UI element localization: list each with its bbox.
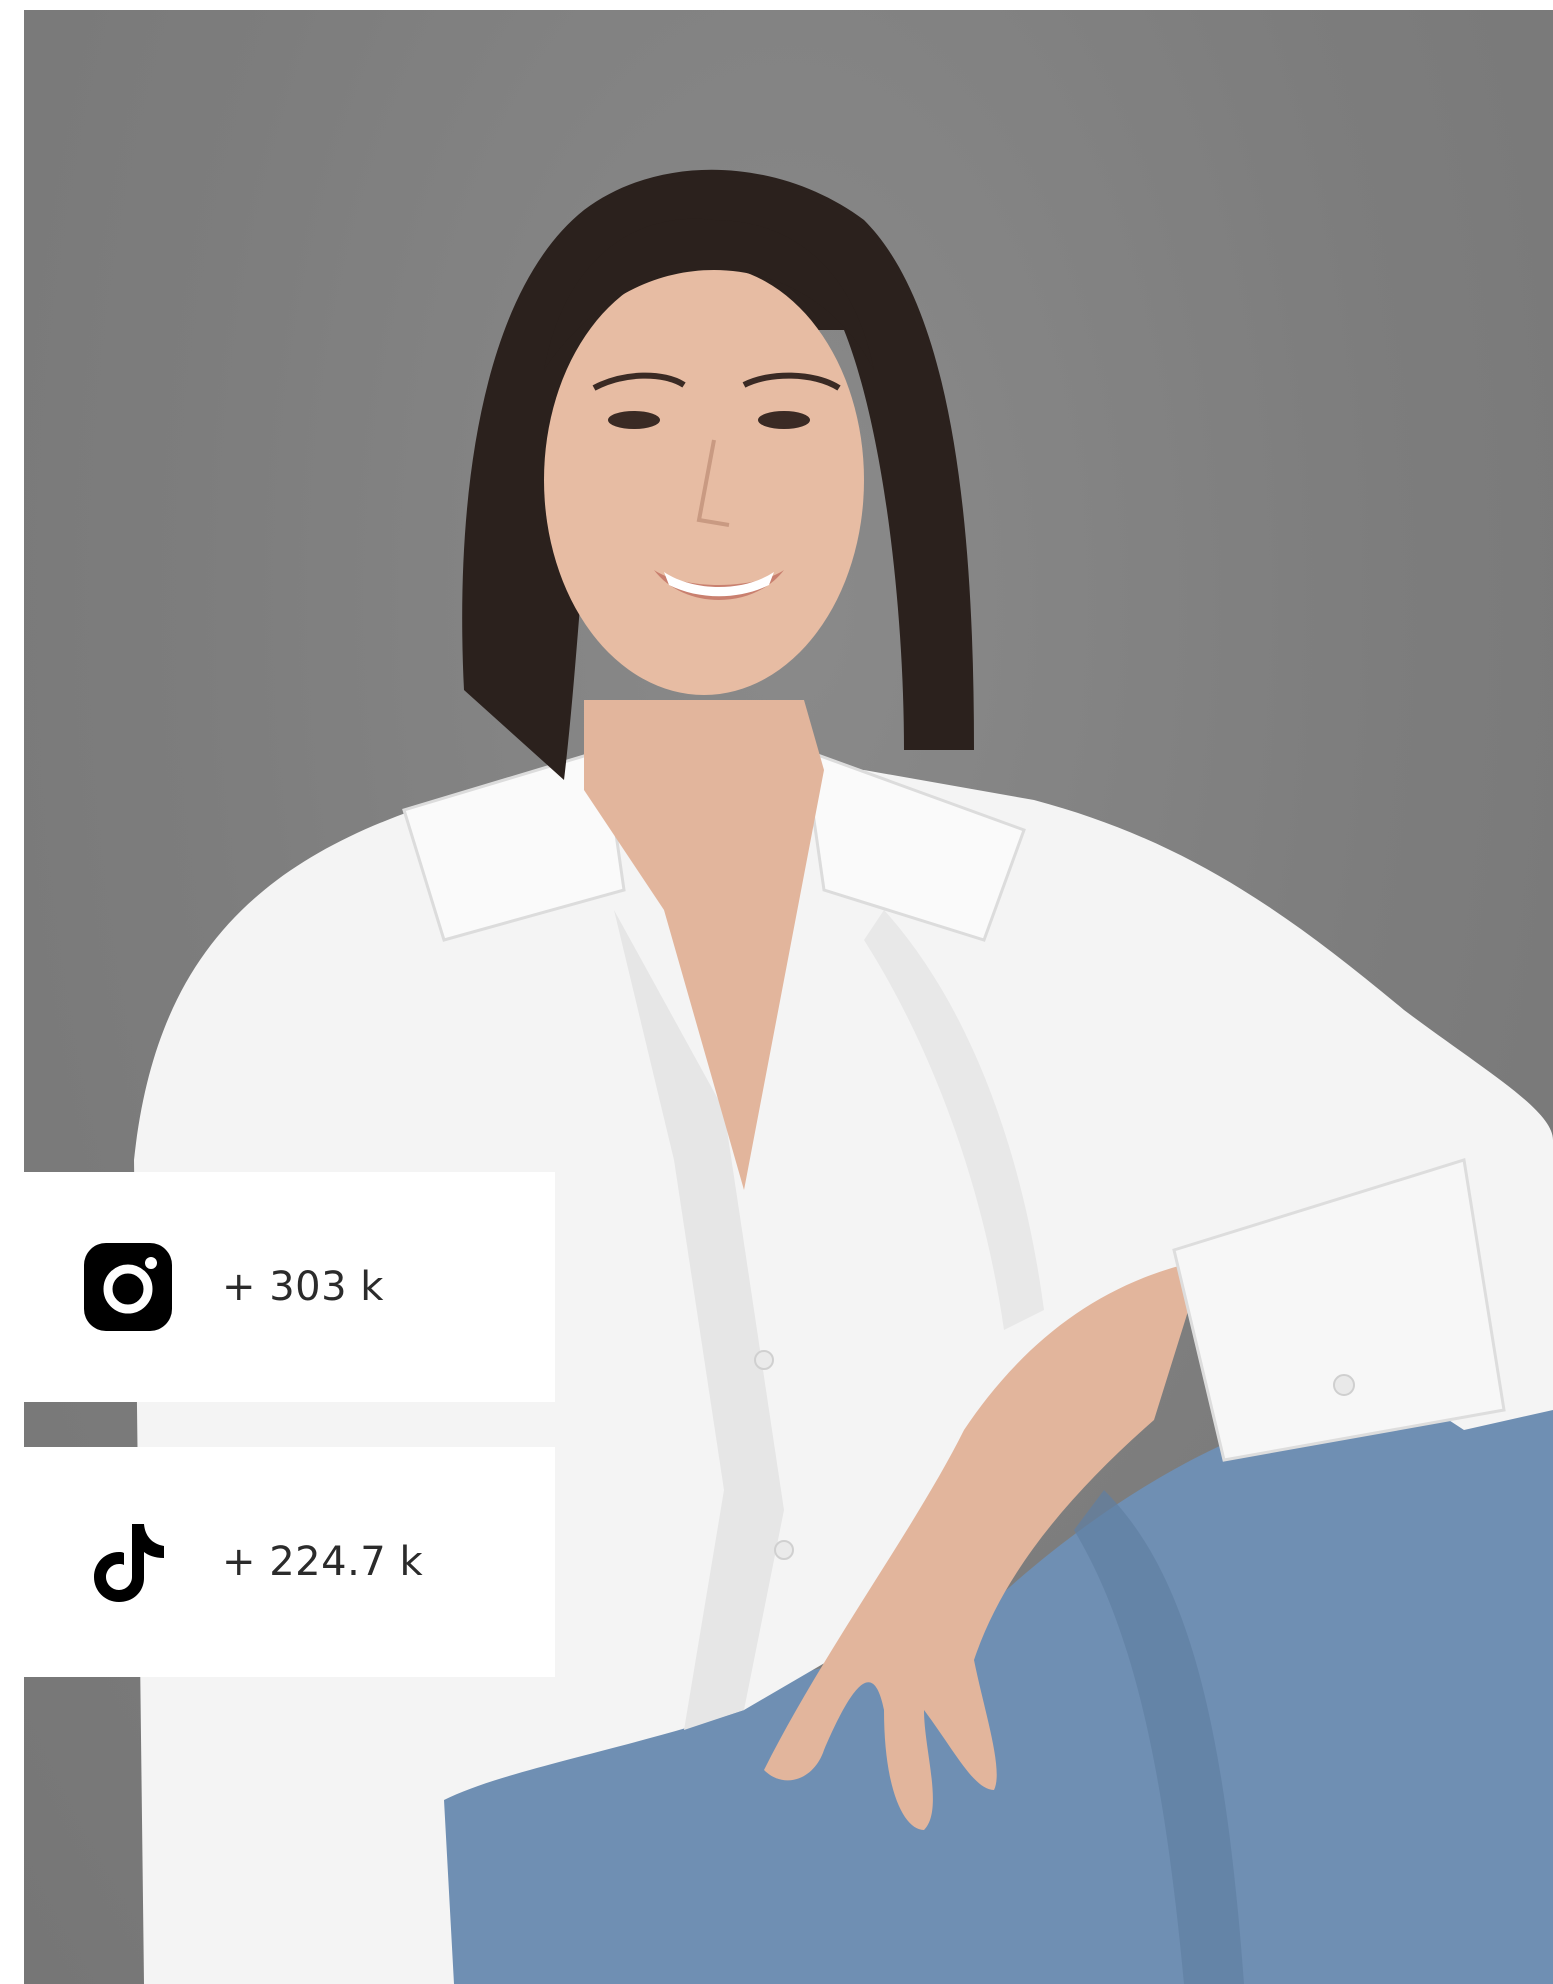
tiktok-stat-card[interactable]: + 224.7 k [24,1447,555,1677]
page-canvas: + 303 k + 224.7 k [0,0,1553,1984]
portrait-photo [24,10,1553,1984]
tiktok-follower-count: + 224.7 k [222,1539,424,1585]
instagram-stat-card[interactable]: + 303 k [24,1172,555,1402]
instagram-icon [82,1241,174,1333]
tiktok-icon [82,1516,174,1608]
instagram-follower-count: + 303 k [222,1264,384,1310]
portrait-illustration [134,169,1553,1984]
face-shape [544,265,864,695]
